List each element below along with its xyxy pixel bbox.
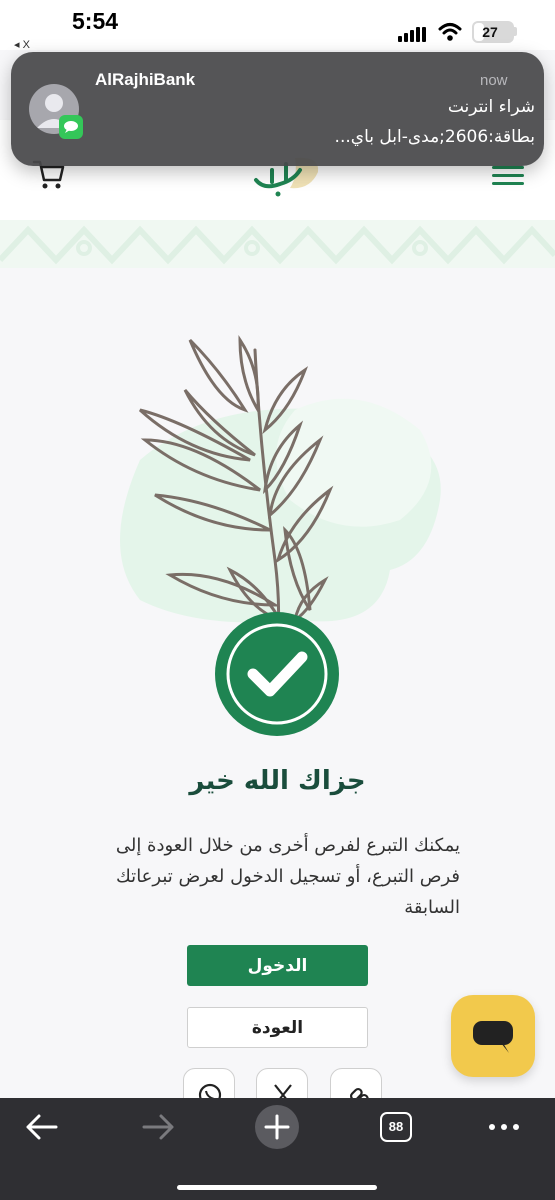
battery-level: 27 xyxy=(482,24,498,40)
plus-icon xyxy=(264,1114,290,1140)
notification-line-2: بطاقة:2606;مدى-ابل باي... xyxy=(334,127,535,147)
decorative-pattern xyxy=(0,220,555,268)
description-text: يمكنك التبرع لفرص أخرى من خلال العودة إل… xyxy=(115,835,460,918)
back-to-app-link[interactable]: ◂ X xyxy=(14,38,30,51)
page-title: جزاك الله خير xyxy=(189,766,366,796)
chat-bubble-icon xyxy=(473,1021,513,1053)
notification-line-1: شراء انترنت xyxy=(447,97,535,117)
messages-badge-icon xyxy=(59,115,83,139)
battery-icon: 27 xyxy=(472,21,514,43)
wifi-icon xyxy=(438,23,462,41)
back-arrow-icon[interactable] xyxy=(24,1112,58,1142)
status-time: 5:54 xyxy=(72,8,119,34)
hamburger-menu-icon[interactable] xyxy=(492,164,524,186)
battery-tip xyxy=(514,27,517,36)
back-button[interactable]: العودة xyxy=(187,1007,368,1048)
tab-count-button[interactable]: 88 xyxy=(380,1112,412,1142)
more-options-icon[interactable] xyxy=(486,1112,522,1142)
login-button[interactable]: الدخول xyxy=(187,945,368,986)
cellular-signal-icon xyxy=(398,27,426,42)
olive-branch-illustration xyxy=(120,335,441,630)
success-check-icon xyxy=(215,612,339,736)
chat-support-button[interactable] xyxy=(451,995,535,1077)
new-tab-button[interactable] xyxy=(255,1105,299,1149)
notification-app-name: AlRajhiBank xyxy=(95,70,196,89)
home-indicator xyxy=(177,1185,377,1190)
notification-time: now xyxy=(480,72,508,89)
forward-arrow-icon[interactable] xyxy=(142,1112,176,1142)
